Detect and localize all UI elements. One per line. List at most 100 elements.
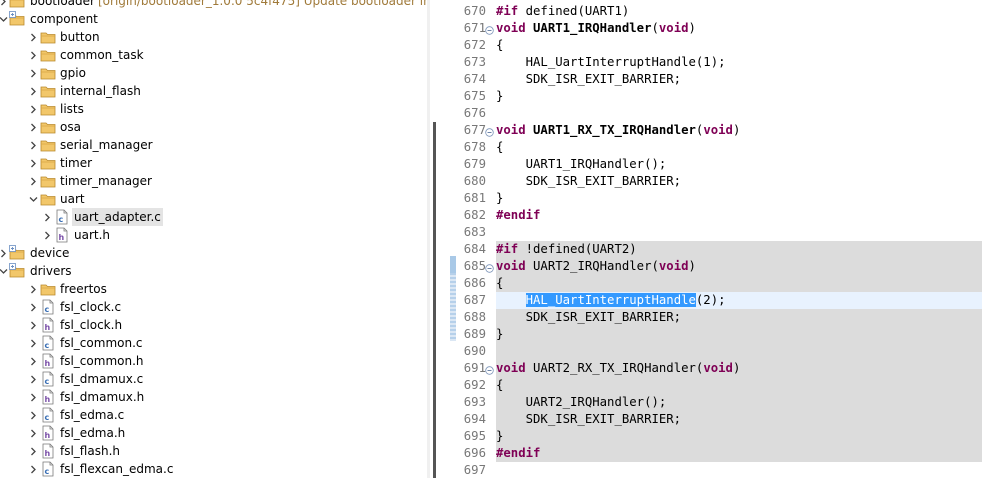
code-line[interactable]: 677 void UART1_RX_TX_IRQHandler(void): [438, 122, 982, 139]
tree-item-common-task[interactable]: common_task: [0, 46, 427, 64]
tree-item-internal-flash[interactable]: internal_flash: [0, 82, 427, 100]
svg-text:c: c: [45, 413, 50, 422]
tree-item-fsl-dmamux-c[interactable]: c fsl_dmamux.c: [0, 370, 427, 388]
chevron-down-icon[interactable]: [28, 190, 38, 208]
tree-item-fsl-dmamux-h[interactable]: h fsl_dmamux.h: [0, 388, 427, 406]
chevron-right-icon[interactable]: [28, 352, 38, 370]
code-line[interactable]: 689}: [438, 326, 982, 343]
tree-item-uart-h[interactable]: h uart.h: [0, 226, 427, 244]
tree-item-fsl-common-c[interactable]: c fsl_common.c: [0, 334, 427, 352]
code-line[interactable]: 674 SDK_ISR_EXIT_BARRIER;: [438, 71, 982, 88]
chevron-right-icon[interactable]: [28, 64, 38, 82]
tree-item-timer-manager[interactable]: timer_manager: [0, 172, 427, 190]
code-line[interactable]: 672 {: [438, 37, 982, 54]
tree-item-button[interactable]: button: [0, 28, 427, 46]
tree-item-uart[interactable]: uart: [0, 190, 427, 208]
folder-icon: [40, 119, 56, 135]
chevron-right-icon[interactable]: [28, 154, 38, 172]
tree-item-fsl-clock-c[interactable]: c fsl_clock.c: [0, 298, 427, 316]
chevron-right-icon[interactable]: [28, 280, 38, 298]
tree-item-drivers[interactable]: drivers: [0, 262, 427, 280]
tree-item-fsl-flash-h[interactable]: h fsl_flash.h: [0, 442, 427, 460]
tree-item-fsl-flexcan-edma-c[interactable]: c fsl_flexcan_edma.c: [0, 460, 427, 478]
chevron-right-icon[interactable]: [28, 118, 38, 136]
chevron-right-icon[interactable]: [28, 316, 38, 334]
chevron-right-icon[interactable]: [28, 442, 38, 460]
code-line[interactable]: 675}: [438, 88, 982, 105]
chevron-down-icon[interactable]: [0, 262, 8, 280]
code-line[interactable]: 671 void UART1_IRQHandler(void): [438, 20, 982, 37]
chevron-right-icon[interactable]: [28, 82, 38, 100]
code-line[interactable]: 696 #endif: [438, 445, 982, 462]
chevron-right-icon[interactable]: [28, 460, 38, 478]
chevron-right-icon[interactable]: [28, 406, 38, 424]
tree-item-freertos[interactable]: freertos: [0, 280, 427, 298]
chevron-right-icon[interactable]: [28, 298, 38, 316]
code-line[interactable]: 678 {: [438, 139, 982, 156]
tree-item-device[interactable]: device: [0, 244, 427, 262]
chevron-right-icon[interactable]: [0, 244, 8, 262]
chevron-right-icon[interactable]: [28, 370, 38, 388]
code-line[interactable]: 694 SDK_ISR_EXIT_BARRIER;: [438, 411, 982, 428]
chevron-right-icon[interactable]: [28, 100, 38, 118]
code-line[interactable]: 685 void UART2_IRQHandler(void): [438, 258, 982, 275]
code-line[interactable]: 686 {: [438, 275, 982, 292]
tree-item-bootloader[interactable]: bootloader [origin/bootloader_1.0.0 5c4f…: [0, 0, 427, 10]
tree-item-fsl-common-h[interactable]: h fsl_common.h: [0, 352, 427, 370]
code-line[interactable]: 693 UART2_IRQHandler();: [438, 394, 982, 411]
line-number: 677: [463, 123, 486, 137]
tree-item-label: fsl_edma.c: [60, 408, 125, 422]
code-line[interactable]: 670 #if defined(UART1): [438, 3, 982, 20]
fold-collapse-icon[interactable]: [485, 363, 494, 375]
code-line[interactable]: 690: [438, 343, 982, 360]
chevron-right-icon[interactable]: [28, 28, 38, 46]
code-line[interactable]: 683: [438, 224, 982, 241]
chevron-right-icon[interactable]: [28, 46, 38, 64]
tree-item-label: fsl_common.h: [60, 354, 144, 368]
code-line[interactable]: 692 {: [438, 377, 982, 394]
keyword-token: void: [496, 21, 526, 35]
tree-scrollbar-thumb[interactable]: [433, 122, 436, 478]
code-text: UART2_IRQHandler();: [496, 394, 982, 411]
tree-item-fsl-edma-c[interactable]: c fsl_edma.c: [0, 406, 427, 424]
tree-item-label: uart.h: [74, 228, 111, 242]
code-line[interactable]: 697: [438, 462, 982, 479]
tree-item-gpio[interactable]: gpio: [0, 64, 427, 82]
fold-collapse-icon[interactable]: [485, 23, 494, 35]
code-line[interactable]: 691 void UART2_RX_TX_IRQHandler(void): [438, 360, 982, 377]
code-line[interactable]: 682 #endif: [438, 207, 982, 224]
code-line[interactable]: 680 SDK_ISR_EXIT_BARRIER;: [438, 173, 982, 190]
code-line[interactable]: 695}: [438, 428, 982, 445]
tree-item-osa[interactable]: osa: [0, 118, 427, 136]
code-token: UART1_IRQHandler: [533, 21, 652, 35]
code-line[interactable]: 673 HAL_UartInterruptHandle(1);: [438, 54, 982, 71]
chevron-right-icon[interactable]: [28, 172, 38, 190]
code-line[interactable]: 679 UART1_IRQHandler();: [438, 156, 982, 173]
chevron-right-icon[interactable]: [28, 136, 38, 154]
code-line[interactable]: 684 #if !defined(UART2): [438, 241, 982, 258]
code-token: }: [496, 191, 504, 205]
chevron-right-icon[interactable]: [42, 208, 52, 226]
chevron-right-icon[interactable]: [28, 424, 38, 442]
code-line[interactable]: 676: [438, 105, 982, 122]
tree-item-serial-manager[interactable]: serial_manager: [0, 136, 427, 154]
tree-item-fsl-clock-h[interactable]: h fsl_clock.h: [0, 316, 427, 334]
chevron-right-icon[interactable]: [28, 334, 38, 352]
tree-item-uart-adapter-c[interactable]: c uart_adapter.c: [0, 208, 427, 226]
code-line[interactable]: 688 SDK_ISR_EXIT_BARRIER;: [438, 309, 982, 326]
chevron-down-icon[interactable]: [0, 10, 8, 28]
tree-item-fsl-edma-h[interactable]: h fsl_edma.h: [0, 424, 427, 442]
tree-item-label: fsl_edma.h: [60, 426, 126, 440]
fold-collapse-icon[interactable]: [485, 261, 494, 273]
code-editor[interactable]: 670 #if defined(UART1) 671 void UART1_IRQHa…: [438, 0, 982, 478]
tree-item-lists[interactable]: lists: [0, 100, 427, 118]
code-line[interactable]: 681}: [438, 190, 982, 207]
fold-collapse-icon[interactable]: [485, 125, 494, 137]
tree-item-timer[interactable]: timer: [0, 154, 427, 172]
pane-divider[interactable]: [427, 0, 430, 478]
tree-item-component[interactable]: component: [0, 10, 427, 28]
chevron-right-icon[interactable]: [0, 0, 8, 10]
chevron-right-icon[interactable]: [28, 388, 38, 406]
chevron-right-icon[interactable]: [42, 226, 52, 244]
code-line[interactable]: 687 HAL_UartInterruptHandle(2);: [438, 292, 982, 309]
